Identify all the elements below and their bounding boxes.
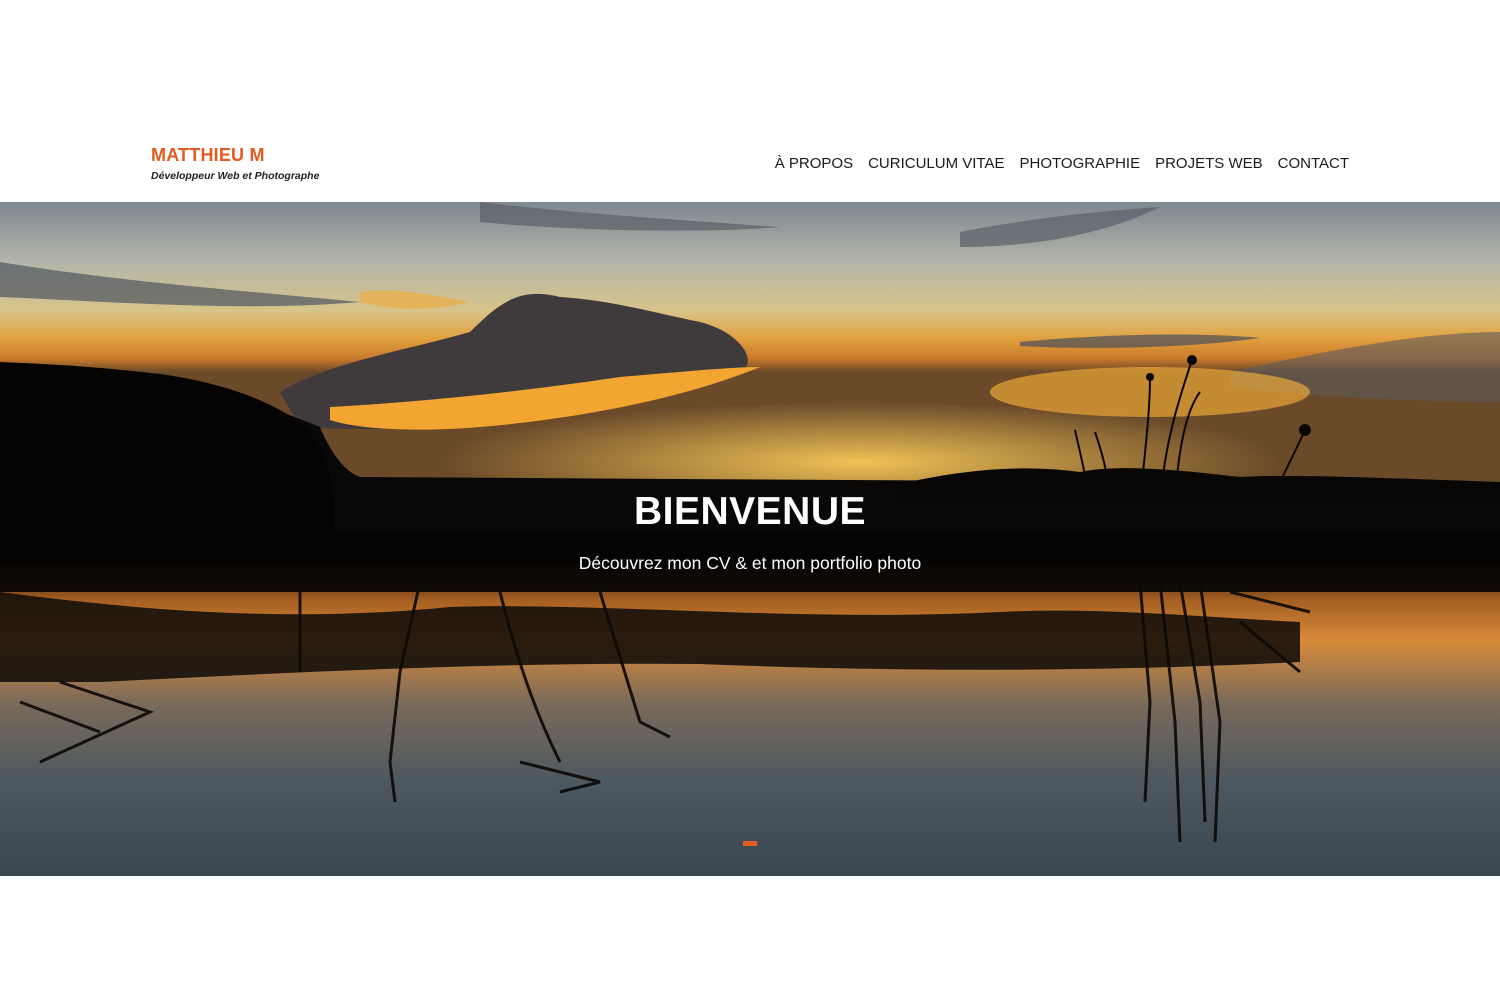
hero-background-image xyxy=(0,202,1500,876)
brand-tagline: Développeur Web et Photographe xyxy=(151,170,320,182)
slider-indicator-active[interactable] xyxy=(743,841,757,846)
hero-subtitle: Découvrez mon CV & et mon portfolio phot… xyxy=(578,553,922,573)
nav-item-projets-web[interactable]: PROJETS WEB xyxy=(1155,154,1263,174)
main-nav: À PROPOS CURICULUM VITAE PHOTOGRAPHIE PR… xyxy=(775,154,1349,174)
nav-item-contact[interactable]: CONTACT xyxy=(1278,154,1349,174)
brand[interactable]: MATTHIEU M Développeur Web et Photograph… xyxy=(151,144,319,182)
site-header: MATTHIEU M Développeur Web et Photograph… xyxy=(0,0,1500,202)
nav-item-curriculum-vitae[interactable]: CURICULUM VITAE xyxy=(868,154,1004,174)
hero-title: BIENVENUE xyxy=(633,490,867,533)
brand-name[interactable]: MATTHIEU M xyxy=(151,144,319,166)
nav-item-photographie[interactable]: PHOTOGRAPHIE xyxy=(1020,154,1141,174)
nav-item-a-propos[interactable]: À PROPOS xyxy=(775,154,853,174)
hero-slider: BIENVENUE Découvrez mon CV & et mon port… xyxy=(0,202,1500,876)
